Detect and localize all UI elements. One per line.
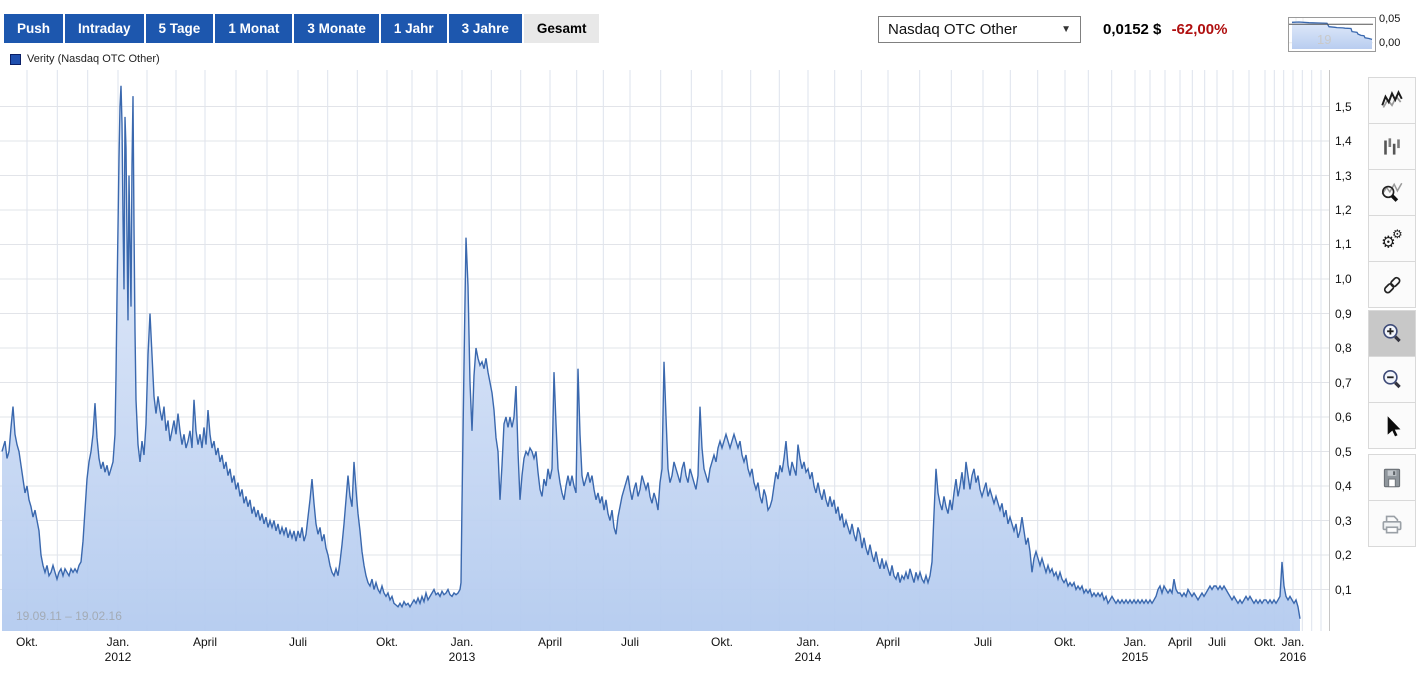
y-tick-label: 1,2 <box>1335 203 1365 217</box>
zoom-out-icon <box>1379 367 1405 393</box>
range-buttons: PushIntraday5 Tage1 Monat3 Monate1 Jahr3… <box>4 14 599 43</box>
y-tick-label: 0,4 <box>1335 479 1365 493</box>
chart-application: PushIntraday5 Tage1 Monat3 Monate1 Jahr3… <box>0 0 1424 674</box>
analysis-button[interactable] <box>1368 169 1416 216</box>
y-tick-label: 0,3 <box>1335 514 1365 528</box>
range-button-1-monat[interactable]: 1 Monat <box>215 14 292 43</box>
zoom-out-button[interactable] <box>1368 356 1416 403</box>
y-tick-label: 1,1 <box>1335 237 1365 251</box>
chart-type-bars-button[interactable] <box>1368 123 1416 170</box>
x-tick-label: Jan.2015 <box>1122 635 1149 664</box>
date-range-watermark: 19.09.11 – 19.02.16 <box>16 609 122 623</box>
legend: Verity (Nasdaq OTC Other) <box>10 53 160 65</box>
x-tick-label: Juli <box>289 635 307 649</box>
y-tick-label: 1,3 <box>1335 169 1365 183</box>
x-tick-label: April <box>193 635 217 649</box>
x-tick-label: Jan.2016 <box>1280 635 1307 664</box>
x-tick-label: April <box>538 635 562 649</box>
y-tick-label: 0,1 <box>1335 583 1365 597</box>
y-tick-label: 1,5 <box>1335 100 1365 114</box>
line-chart-icon <box>1379 88 1405 114</box>
x-tick-label: April <box>1168 635 1192 649</box>
y-tick-label: 0,5 <box>1335 445 1365 459</box>
printer-icon <box>1379 511 1405 537</box>
price-change: -62,00% <box>1172 21 1228 38</box>
x-tick-label: Juli <box>621 635 639 649</box>
x-tick-label: Okt. <box>1054 635 1076 649</box>
chart-type-line-button[interactable] <box>1368 77 1416 124</box>
x-tick-label: Jan.2014 <box>795 635 822 664</box>
y-tick-label: 0,9 <box>1335 307 1365 321</box>
cursor-arrow-icon <box>1379 413 1405 439</box>
mini-chart-canvas <box>1289 18 1375 51</box>
range-button-3-monate[interactable]: 3 Monate <box>294 14 379 43</box>
x-tick-label: Juli <box>1208 635 1226 649</box>
svg-text:⚙: ⚙ <box>1392 226 1403 240</box>
exchange-dropdown[interactable]: Nasdaq OTC Other ▼ <box>878 16 1081 43</box>
range-button-intraday[interactable]: Intraday <box>65 14 144 43</box>
x-tick-label: Okt. <box>1254 635 1276 649</box>
last-price: 0,0152 $ <box>1103 21 1161 38</box>
x-tick-label: Okt. <box>376 635 398 649</box>
link-icon <box>1379 272 1405 298</box>
x-tick-label: April <box>876 635 900 649</box>
x-tick-label: Jan.2013 <box>449 635 476 664</box>
range-button-gesamt[interactable]: Gesamt <box>524 14 600 43</box>
mini-overview-chart: 19 <box>1288 17 1376 52</box>
exchange-dropdown-value: Nasdaq OTC Other <box>888 21 1017 38</box>
mini-chart-watermark: 19 <box>1317 32 1331 47</box>
x-tick-label: Juli <box>974 635 992 649</box>
floppy-disk-icon <box>1379 465 1405 491</box>
series-color-swatch <box>10 54 21 65</box>
range-button-push[interactable]: Push <box>4 14 63 43</box>
main-chart-plot[interactable] <box>0 70 1330 631</box>
save-button[interactable] <box>1368 454 1416 501</box>
x-tick-label: Jan.2012 <box>105 635 132 664</box>
settings-button[interactable]: ⚙ ⚙ <box>1368 215 1416 262</box>
gears-icon: ⚙ ⚙ <box>1379 226 1405 252</box>
y-tick-label: 1,0 <box>1335 272 1365 286</box>
chart-toolbar: ⚙ ⚙ <box>1368 78 1416 547</box>
zoom-in-icon <box>1379 321 1405 347</box>
y-tick-label: 0,2 <box>1335 548 1365 562</box>
y-tick-label: 1,4 <box>1335 134 1365 148</box>
range-button-3-jahre[interactable]: 3 Jahre <box>449 14 522 43</box>
zoom-in-button[interactable] <box>1368 310 1416 357</box>
compare-button[interactable] <box>1368 261 1416 308</box>
x-tick-label: Okt. <box>16 635 38 649</box>
mini-chart-min-label: 0,00 <box>1379 37 1400 49</box>
price-block: 0,0152 $ -62,00% <box>1103 21 1227 38</box>
range-button-1-jahr[interactable]: 1 Jahr <box>381 14 447 43</box>
x-tick-label: Okt. <box>711 635 733 649</box>
y-tick-label: 0,8 <box>1335 341 1365 355</box>
mini-chart-max-label: 0,05 <box>1379 13 1400 25</box>
legend-label: Verity (Nasdaq OTC Other) <box>27 53 160 65</box>
bar-chart-icon <box>1379 134 1405 160</box>
y-tick-label: 0,7 <box>1335 376 1365 390</box>
y-tick-label: 0,6 <box>1335 410 1365 424</box>
chevron-down-icon: ▼ <box>1061 24 1071 35</box>
magnifier-chart-icon <box>1379 180 1405 206</box>
range-button-5-tage[interactable]: 5 Tage <box>146 14 214 43</box>
print-button[interactable] <box>1368 500 1416 547</box>
pointer-tool-button[interactable] <box>1368 402 1416 449</box>
